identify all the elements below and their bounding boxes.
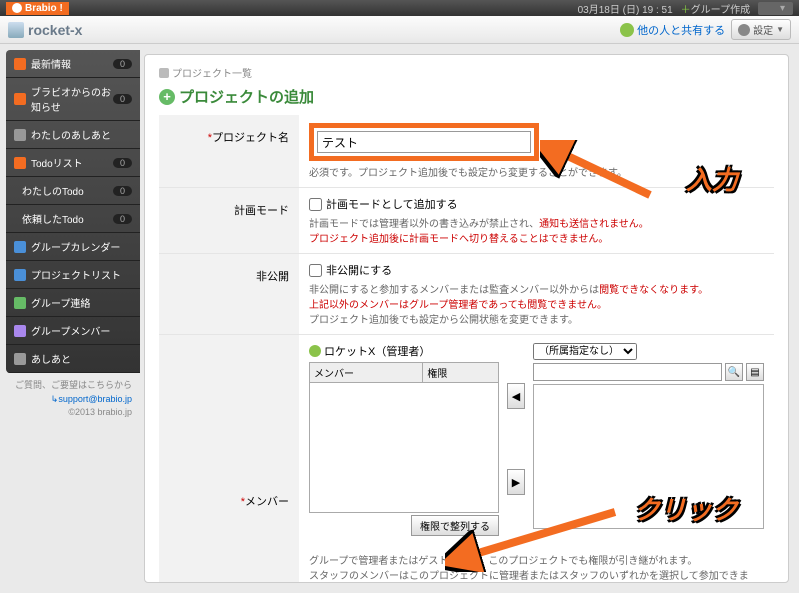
member-search-input[interactable] <box>533 363 722 381</box>
project-name-highlight <box>309 123 539 161</box>
datetime: 03月18日 (日) 19 : 51 <box>578 1 673 16</box>
sidebar-item-10[interactable]: あしあと <box>6 345 140 373</box>
nav-icon <box>14 269 26 281</box>
gear-icon <box>738 24 750 36</box>
top-bar: Brabio ! 03月18日 (日) 19 : 51 ＋グループ作成 ▾ <box>0 0 799 16</box>
private-checkbox[interactable] <box>309 264 322 277</box>
share-link[interactable]: 他の人と共有する <box>620 22 725 38</box>
member-help: グループで管理者またはゲストの場合、このプロジェクトでも権限が引き継がれます。 … <box>309 554 764 583</box>
nav-icon <box>14 58 26 70</box>
brand-logo[interactable]: Brabio ! <box>6 2 69 15</box>
nav-icon <box>14 241 26 253</box>
group-create-link[interactable]: ＋グループ作成 <box>681 1 750 16</box>
admin-row: ロケットX（管理者） <box>309 343 499 359</box>
sidebar-item-4[interactable]: わたしのTodo0 <box>6 177 140 205</box>
sidebar-item-6[interactable]: グループカレンダー <box>6 233 140 261</box>
logo-icon <box>12 3 22 13</box>
sidebar-item-8[interactable]: グループ連絡 <box>6 289 140 317</box>
move-right-button[interactable]: ▶ <box>507 469 525 495</box>
sidebar-item-7[interactable]: プロジェクトリスト <box>6 261 140 289</box>
sidebar-item-0[interactable]: 最新情報0 <box>6 50 140 78</box>
share-icon <box>620 23 634 37</box>
member-listbox[interactable] <box>309 383 499 513</box>
nav-icon <box>14 129 26 141</box>
sub-bar: rocket-x 他の人と共有する 設定▼ <box>0 16 799 44</box>
sidebar-item-1[interactable]: ブラビオからのお知らせ0 <box>6 78 140 121</box>
member-table: メンバー権限 <box>309 362 499 383</box>
nav-icon <box>14 157 26 169</box>
page-title: +プロジェクトの追加 <box>159 86 774 107</box>
support-mail-link[interactable]: ↳support@brabio.jp <box>51 394 132 404</box>
breadcrumb[interactable]: プロジェクト一覧 <box>159 65 774 80</box>
main-panel: プロジェクト一覧 +プロジェクトの追加 *プロジェクト名 必須です。プロジェクト… <box>144 54 789 583</box>
available-member-listbox[interactable] <box>533 384 764 529</box>
plan-mode-label: 計画モード <box>234 205 289 217</box>
affiliation-select[interactable]: （所属指定なし） <box>533 343 637 360</box>
nav-icon <box>14 325 26 337</box>
sidebar-item-9[interactable]: グループメンバー <box>6 317 140 345</box>
plus-icon: + <box>159 89 175 105</box>
sidebar-item-2[interactable]: わたしのあしあと <box>6 121 140 149</box>
sidebar-item-3[interactable]: Todoリスト0 <box>6 149 140 177</box>
sidebar-footer: ご質問、ご要望はこちらから ↳support@brabio.jp ©2013 b… <box>6 373 140 420</box>
sidebar-item-5[interactable]: 依頼したTodo0 <box>6 205 140 233</box>
sidebar: 最新情報0ブラビオからのお知らせ0わたしのあしあとTodoリスト0わたしのTod… <box>0 44 140 593</box>
move-left-button[interactable]: ◀ <box>507 383 525 409</box>
plan-mode-checkbox[interactable] <box>309 198 322 211</box>
project-name-label: プロジェクト名 <box>212 132 289 144</box>
private-label: 非公開 <box>256 271 289 283</box>
user-menu[interactable]: ▾ <box>758 2 793 15</box>
folder-icon <box>159 68 169 78</box>
group-icon <box>8 22 24 38</box>
settings-button[interactable]: 設定▼ <box>731 19 791 40</box>
nav-icon <box>14 353 26 365</box>
sort-by-role-button[interactable]: 権限で整列する <box>411 515 499 536</box>
nav-icon <box>14 93 26 105</box>
project-name-input[interactable] <box>317 131 531 153</box>
group-title[interactable]: rocket-x <box>8 22 82 38</box>
search-button[interactable]: 🔍 <box>725 363 743 381</box>
project-name-help: 必須です。プロジェクト追加後でも設定から変更することができます。 <box>309 164 764 179</box>
member-label: メンバー <box>245 496 289 508</box>
nav-icon <box>14 297 26 309</box>
list-button[interactable]: ▤ <box>746 363 764 381</box>
user-icon <box>309 345 321 357</box>
